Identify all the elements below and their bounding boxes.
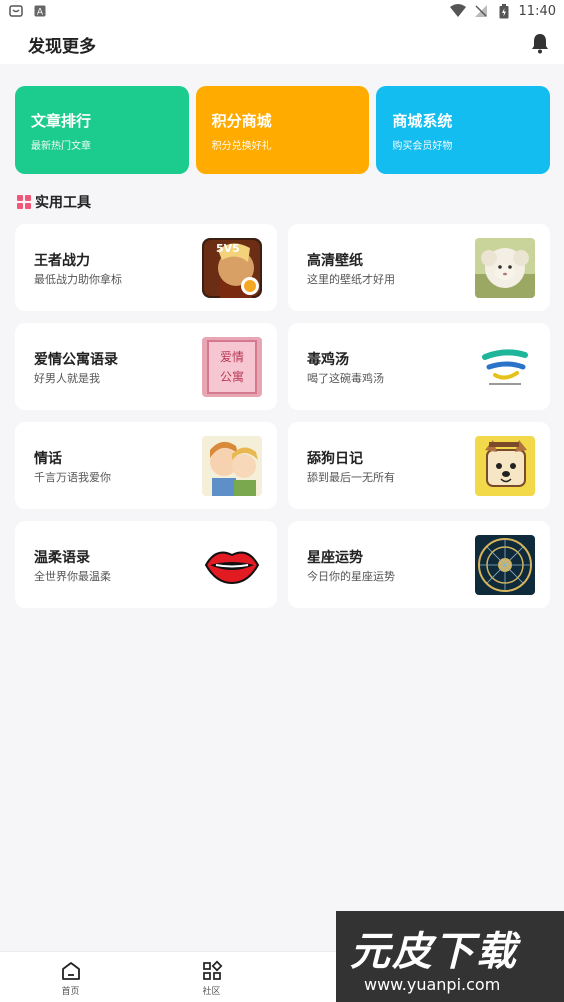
- battery-icon: [496, 3, 512, 19]
- svg-text:5V5: 5V5: [216, 242, 240, 255]
- dog-thumbnail: [475, 436, 535, 496]
- tool-card-love-apartment[interactable]: 爱情公寓语录 好男人就是我 爱情 公寓: [15, 323, 277, 410]
- tool-name: 情话: [34, 451, 62, 467]
- tool-card-hd-wallpaper[interactable]: 高清壁纸 这里的壁纸才好用: [288, 224, 550, 311]
- tool-desc: 全世界你最温柔: [34, 570, 111, 583]
- lips-thumbnail: [202, 535, 262, 595]
- tool-card-gentle-quotes[interactable]: 温柔语录 全世界你最温柔: [15, 521, 277, 608]
- tool-card-horoscope[interactable]: 星座运势 今日你的星座运势: [288, 521, 550, 608]
- card-subtitle: 积分兑换好礼: [211, 141, 272, 152]
- watermark-overlay: 元皮下载 www.yuanpi.com: [336, 911, 564, 1002]
- cartoon-couple-thumbnail: [202, 436, 262, 496]
- svg-text:公寓: 公寓: [220, 369, 244, 384]
- section-title: 实用工具: [35, 195, 91, 211]
- tool-desc: 喝了这碗毒鸡汤: [307, 372, 384, 385]
- tab-home[interactable]: 首页: [0, 952, 141, 1002]
- tool-name: 高清壁纸: [307, 253, 363, 269]
- card-subtitle: 最新热门文章: [31, 141, 91, 152]
- game-hero-thumbnail: 5V5: [202, 238, 262, 298]
- tool-name: 舔狗日记: [307, 451, 363, 467]
- sheep-plush-thumbnail: [475, 238, 535, 298]
- tool-name: 星座运势: [307, 550, 363, 566]
- tool-desc: 今日你的星座运势: [307, 570, 395, 583]
- tool-desc: 这里的壁纸才好用: [307, 273, 395, 286]
- watermark-url: www.yuanpi.com: [364, 975, 501, 994]
- watermark-text: 元皮下载: [350, 929, 518, 975]
- zodiac-wheel-thumbnail: [475, 535, 535, 595]
- card-title: 文章排行: [31, 112, 92, 130]
- card-subtitle: 购买会员好物: [392, 141, 453, 152]
- card-title: 积分商城: [211, 112, 272, 130]
- tool-desc: 最低战力助你拿标: [34, 273, 122, 286]
- tool-desc: 千言万语我爱你: [34, 471, 111, 484]
- status-time: 11:40: [518, 3, 556, 19]
- svg-text:爱情: 爱情: [220, 350, 244, 364]
- section-header: 实用工具: [17, 192, 91, 212]
- tab-label: 首页: [61, 987, 80, 997]
- bell-icon[interactable]: [528, 31, 552, 55]
- no-signal-icon: [473, 3, 489, 19]
- card-title: 商城系统: [392, 112, 453, 130]
- tools-grid: 王者战力 最低战力助你拿标 5V5 高清壁纸 这里的壁纸才好用 爱情公寓语录 好…: [15, 224, 550, 608]
- tool-card-dog-diary[interactable]: 舔狗日记 舔到最后一无所有: [288, 422, 550, 509]
- card-mall-system[interactable]: 商城系统 购买会员好物: [376, 86, 551, 174]
- home-icon: [61, 962, 80, 980]
- page-title: 发现更多: [28, 37, 96, 57]
- love-apartment-thumbnail: 爱情 公寓: [202, 337, 262, 397]
- feature-cards: 文章排行 最新热门文章 积分商城 积分兑换好礼 商城系统 购买会员好物: [15, 86, 551, 174]
- card-points-mall[interactable]: 积分商城 积分兑换好礼: [195, 86, 370, 174]
- tool-desc: 舔到最后一无所有: [307, 471, 395, 484]
- tool-name: 温柔语录: [34, 550, 90, 566]
- tool-card-poison-soup[interactable]: 毒鸡汤 喝了这碗毒鸡汤: [288, 323, 550, 410]
- tool-card-king-power[interactable]: 王者战力 最低战力助你拿标 5V5: [15, 224, 277, 311]
- app-header: 发现更多: [0, 24, 564, 64]
- tool-desc: 好男人就是我: [34, 372, 100, 385]
- card-article-ranking[interactable]: 文章排行 最新热门文章: [15, 86, 189, 174]
- tool-name: 爱情公寓语录: [34, 352, 118, 368]
- soup-logo-thumbnail: [475, 337, 535, 397]
- status-bar: A 11:40: [0, 0, 564, 24]
- grid-squares-icon: [17, 195, 31, 209]
- tab-label: 社区: [202, 987, 221, 997]
- apps-grid-icon: [202, 960, 222, 980]
- tab-community[interactable]: 社区: [141, 952, 282, 1002]
- tool-card-love-words[interactable]: 情话 千言万语我爱你: [15, 422, 277, 509]
- svg-text:A: A: [37, 8, 44, 18]
- a-notification-icon: A: [32, 3, 48, 19]
- tool-name: 毒鸡汤: [307, 352, 349, 368]
- tool-name: 王者战力: [34, 253, 90, 269]
- notification-app-icon: [8, 3, 24, 19]
- wifi-icon: [449, 3, 466, 19]
